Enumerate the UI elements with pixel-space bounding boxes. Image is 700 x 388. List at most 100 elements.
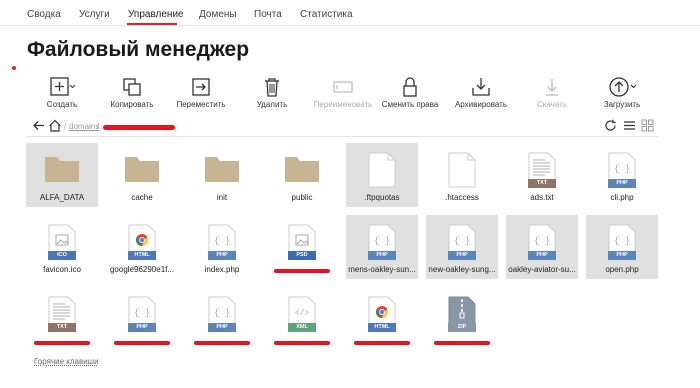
svg-text:{ }: { } xyxy=(134,308,150,318)
folder-item[interactable]: ALFA_DATA xyxy=(26,143,98,207)
file-item[interactable]: { } PHP open.php xyxy=(586,215,658,279)
folder-icon xyxy=(125,157,159,182)
trash-icon xyxy=(265,78,279,97)
file-item[interactable]: .ftpquotas xyxy=(346,143,418,207)
file-item[interactable]: { } PHP index.php xyxy=(186,215,258,279)
image-file-icon: PSD xyxy=(288,224,316,260)
file-item[interactable]: HTML google96290e1f... xyxy=(106,215,178,279)
redacted-filename xyxy=(194,341,250,345)
svg-text:{ }: { } xyxy=(534,236,550,246)
file-name: favicon.ico xyxy=(43,265,81,274)
folder-icon xyxy=(285,157,319,182)
txt-file-icon: TXT xyxy=(48,296,76,332)
breadcrumb-domains[interactable]: domains xyxy=(69,122,99,131)
file-item[interactable]: { } PHP mens-oakley-sun... xyxy=(346,215,418,279)
file-item[interactable]: .htaccess xyxy=(426,143,498,207)
folder-item[interactable]: init xyxy=(186,143,258,207)
file-type-badge: PHP xyxy=(608,251,636,260)
file-type-badge: PHP xyxy=(448,251,476,260)
file-name: oakley-aviator-su... xyxy=(508,265,576,274)
file-type-badge: PSD xyxy=(288,251,316,260)
rename-icon xyxy=(333,81,353,93)
xml-file-icon: </> XML xyxy=(288,296,316,332)
file-item[interactable]: TXT xyxy=(26,287,98,351)
download-icon xyxy=(546,79,558,96)
tab-services[interactable]: Услуги xyxy=(79,9,110,20)
lock-icon xyxy=(403,77,417,97)
file-item[interactable]: { } PHP xyxy=(186,287,258,351)
file-item[interactable]: { } PHP xyxy=(106,287,178,351)
php-file-icon: { } PHP xyxy=(128,296,156,332)
folder-icon xyxy=(205,157,239,182)
folder-item[interactable]: cache xyxy=(106,143,178,207)
file-type-badge: ZIP xyxy=(448,323,476,332)
php-file-icon: { } PHP xyxy=(528,224,556,260)
file-type-badge: PHP xyxy=(128,323,156,332)
file-name: .ftpquotas xyxy=(364,193,400,202)
file-name: init xyxy=(216,193,228,202)
redacted-filename xyxy=(434,341,490,345)
zip-file-icon: ZIP xyxy=(448,296,476,332)
back-arrow-icon[interactable] xyxy=(32,119,45,137)
svg-text:{ }: { } xyxy=(454,236,470,246)
hotkeys-link[interactable]: Горячие клавиши xyxy=(34,357,99,366)
tab-management[interactable]: Управление xyxy=(128,9,184,20)
redacted-filename xyxy=(354,341,410,345)
redacted-path xyxy=(103,125,175,130)
copy-icon xyxy=(123,78,141,96)
file-type-badge: PHP xyxy=(528,251,556,260)
html-file-icon: HTML xyxy=(368,296,396,332)
file-item[interactable]: ICO favicon.ico xyxy=(26,215,98,279)
toolbar: Создать Копировать Переместить Удалить П… xyxy=(20,76,680,110)
file-name: cache xyxy=(131,193,153,202)
file-name: public xyxy=(291,193,313,202)
file-name: google96290e1f... xyxy=(109,265,175,274)
active-tab-indicator xyxy=(127,23,177,25)
file-item[interactable]: PSD xyxy=(266,215,338,279)
top-nav: Сводка Услуги Управление Домены Почта Ст… xyxy=(0,0,700,26)
file-item[interactable]: TXT ads.txt xyxy=(506,143,578,207)
redacted-filename xyxy=(114,341,170,345)
upload-button[interactable]: Загрузить xyxy=(577,76,667,109)
file-item[interactable]: HTML xyxy=(346,287,418,351)
svg-text:{ }: { } xyxy=(214,236,230,246)
breadcrumb-separator: / xyxy=(64,122,67,131)
file-item[interactable]: { } PHP new-oakley-sung... xyxy=(426,215,498,279)
file-name: ALFA_DATA xyxy=(39,193,85,202)
file-name: index.php xyxy=(204,265,240,274)
php-file-icon: { } PHP xyxy=(608,224,636,260)
refresh-icon[interactable] xyxy=(604,119,617,137)
tab-domains[interactable]: Домены xyxy=(199,9,237,20)
redacted-filename xyxy=(34,341,90,345)
plus-square-icon xyxy=(50,77,76,96)
tab-mail[interactable]: Почта xyxy=(254,9,282,20)
page-title: Файловый менеджер xyxy=(27,38,250,61)
home-icon[interactable] xyxy=(48,119,62,137)
file-name: .htaccess xyxy=(445,193,479,202)
file-item[interactable]: { } PHP cli.php xyxy=(586,143,658,207)
php-file-icon: { } PHP xyxy=(448,224,476,260)
file-type-badge: HTML xyxy=(368,323,396,332)
file-name: ads.txt xyxy=(530,193,554,202)
file-item[interactable]: </> XML xyxy=(266,287,338,351)
file-name: new-oakley-sung... xyxy=(428,265,496,274)
svg-text:</>: </> xyxy=(295,309,310,318)
tab-statistics[interactable]: Статистика xyxy=(300,9,353,20)
svg-text:{ }: { } xyxy=(214,308,230,318)
file-type-badge: HTML xyxy=(128,251,156,260)
folder-icon xyxy=(45,157,79,182)
file-item[interactable]: ZIP xyxy=(426,287,498,351)
file-type-badge: PHP xyxy=(608,179,636,188)
tab-summary[interactable]: Сводка xyxy=(27,9,61,20)
file-name: cli.php xyxy=(610,193,634,202)
grid-view-icon[interactable] xyxy=(641,119,654,137)
file-name: open.php xyxy=(605,265,639,274)
php-file-icon: { } PHP xyxy=(208,224,236,260)
file-type-badge: PHP xyxy=(208,323,236,332)
php-file-icon: { } PHP xyxy=(368,224,396,260)
folder-item[interactable]: public xyxy=(266,143,338,207)
file-type-badge: TXT xyxy=(528,179,556,188)
html-file-icon: HTML xyxy=(128,224,156,260)
file-item[interactable]: { } PHP oakley-aviator-su... xyxy=(506,215,578,279)
list-view-icon[interactable] xyxy=(623,119,636,137)
